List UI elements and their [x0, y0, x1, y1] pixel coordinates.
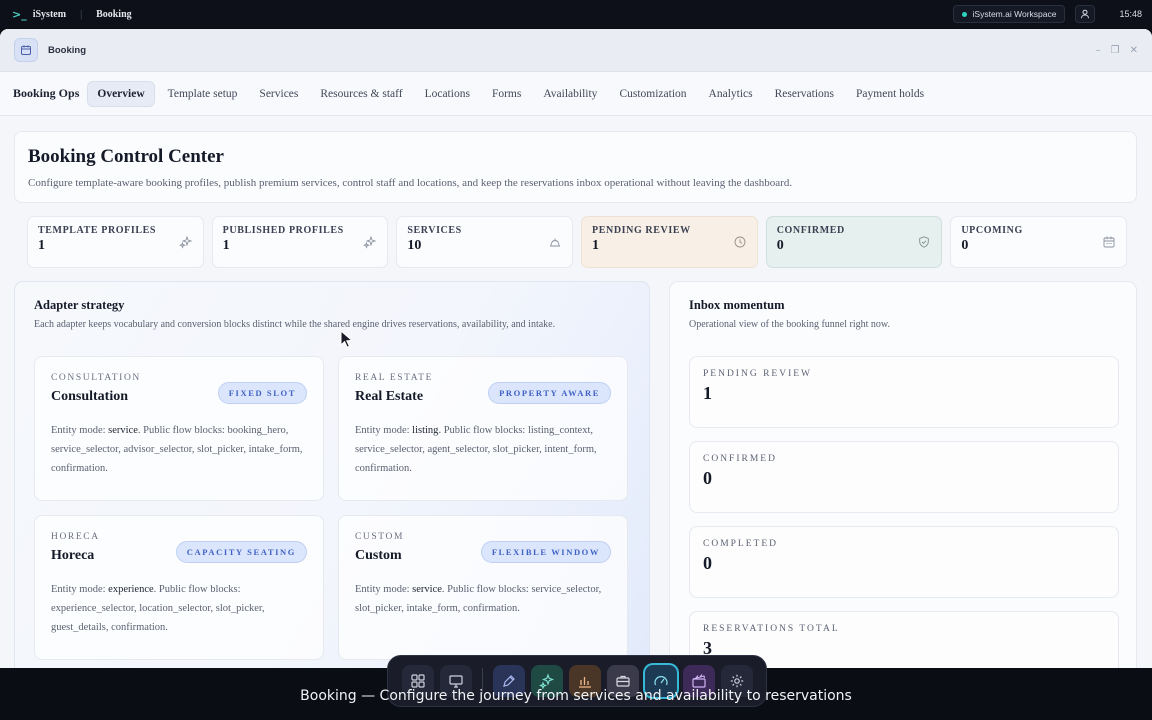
- sparkle-icon: [363, 235, 377, 249]
- tab-forms[interactable]: Forms: [483, 82, 530, 106]
- metric-label: RESERVATIONS TOTAL: [703, 624, 840, 634]
- inbox-title: Inbox momentum: [689, 298, 785, 312]
- metric-label: COMPLETED: [703, 539, 778, 549]
- system-brand[interactable]: >_ iSystem: [12, 8, 66, 21]
- adapter-badge: FIXED SLOT: [217, 382, 307, 404]
- stat-template-profiles: TEMPLATE PROFILES 1: [27, 216, 204, 268]
- close-icon[interactable]: ✕: [1130, 45, 1138, 56]
- stat-value: 1: [38, 238, 45, 253]
- adapter-badge: FLEXIBLE WINDOW: [480, 541, 611, 563]
- metric-label: CONFIRMED: [703, 454, 777, 464]
- metric-value: 3: [703, 638, 712, 658]
- stat-label: TEMPLATE PROFILES: [38, 225, 157, 236]
- metric-confirmed: CONFIRMED 0: [689, 441, 1119, 513]
- video-caption: Booking — Configure the journey from ser…: [300, 688, 852, 704]
- stat-label: PUBLISHED PROFILES: [222, 225, 344, 236]
- stat-label: PENDING REVIEW: [592, 225, 691, 236]
- tab-availability[interactable]: Availability: [534, 82, 606, 106]
- metric-value: 0: [703, 468, 712, 488]
- stat-label: SERVICES: [407, 225, 462, 236]
- adapter-entity: experience: [108, 584, 154, 595]
- shield-check-icon: [919, 236, 930, 248]
- stat-value: 1: [592, 238, 600, 253]
- calendar-app-icon: [14, 38, 38, 62]
- user-icon: [1081, 9, 1090, 19]
- inbox-subtitle: Operational view of the booking funnel r…: [689, 319, 890, 330]
- adapter-strategy-subtitle: Each adapter keeps vocabulary and conver…: [34, 319, 556, 330]
- tab-resources-staff[interactable]: Resources & staff: [311, 82, 411, 106]
- page-description: Configure template-aware booking profile…: [28, 177, 793, 189]
- inbox-momentum-panel: Inbox momentum Operational view of the b…: [669, 281, 1137, 668]
- calendar-icon: [1103, 236, 1115, 248]
- stat-upcoming: UPCOMING 0: [950, 216, 1128, 268]
- hero-card: Booking Control Center Configure templat…: [14, 131, 1137, 203]
- tab-locations[interactable]: Locations: [416, 82, 479, 106]
- stat-value: 0: [776, 238, 784, 253]
- adapter-description: Entity mode: service. Public flow blocks…: [355, 584, 602, 614]
- adapter-badge: CAPACITY SEATING: [175, 541, 307, 563]
- system-bar-divider: |: [80, 8, 83, 20]
- adapter-card-horeca[interactable]: HORECA Horeca CAPACITY SEATING Entity mo…: [34, 515, 324, 660]
- system-clock: 15:48: [1119, 9, 1142, 19]
- adapter-description: Entity mode: listing. Public flow blocks…: [355, 425, 597, 474]
- adapter-description: Entity mode: service. Public flow blocks…: [51, 425, 303, 474]
- tab-services[interactable]: Services: [250, 82, 307, 106]
- stats-row: TEMPLATE PROFILES 1 PUBLISHED PROFILES 1…: [27, 216, 1128, 268]
- booking-nav: Booking Ops Overview Template setup Serv…: [0, 72, 1152, 116]
- minimize-icon[interactable]: –: [1096, 45, 1101, 56]
- stat-published-profiles: PUBLISHED PROFILES 1: [211, 216, 389, 268]
- workspace-status-dot: [961, 11, 967, 17]
- sparkle-icon: [178, 235, 193, 249]
- tab-customization[interactable]: Customization: [610, 82, 695, 106]
- clock-icon: [734, 236, 746, 248]
- stat-label: CONFIRMED: [776, 225, 845, 236]
- adapter-strategy-title: Adapter strategy: [34, 298, 125, 312]
- stat-services: SERVICES 10: [396, 216, 574, 268]
- metric-pending-review: PENDING REVIEW 1: [689, 356, 1119, 428]
- adapter-description: Entity mode: experience. Public flow blo…: [51, 584, 265, 633]
- page-title: Booking Control Center: [28, 146, 224, 167]
- system-bar: >_ iSystem | Booking iSystem.ai Workspac…: [0, 0, 1152, 28]
- tab-overview[interactable]: Overview: [87, 80, 155, 107]
- workspace-pill[interactable]: iSystem.ai Workspace: [952, 5, 1066, 23]
- metric-value: 1: [703, 383, 712, 403]
- booking-window: Booking – ❐ ✕ Booking Ops Overview Templ…: [0, 29, 1152, 668]
- user-button[interactable]: [1075, 5, 1096, 23]
- stat-confirmed: CONFIRMED 0: [765, 216, 943, 268]
- adapter-entity: service: [108, 425, 138, 436]
- mouse-cursor-icon: [340, 330, 354, 348]
- main-content: Booking Control Center Configure templat…: [0, 117, 1152, 668]
- window-title: Booking: [48, 44, 86, 56]
- stat-pending-review: PENDING REVIEW 1: [581, 216, 758, 268]
- metric-value: 0: [703, 553, 712, 573]
- adapter-card-consultation[interactable]: CONSULTATION Consultation FIXED SLOT Ent…: [34, 356, 324, 501]
- system-brand-label: iSystem: [32, 8, 67, 20]
- metric-label: PENDING REVIEW: [703, 369, 813, 379]
- metric-completed: COMPLETED 0: [689, 526, 1119, 598]
- adapter-card-real-estate[interactable]: REAL ESTATE Real Estate PROPERTY AWARE E…: [338, 356, 628, 501]
- stat-value: 0: [961, 238, 969, 253]
- adapter-card-custom[interactable]: CUSTOM Custom FLEXIBLE WINDOW Entity mod…: [338, 515, 628, 660]
- tab-reservations[interactable]: Reservations: [766, 82, 843, 106]
- window-titlebar: Booking – ❐ ✕: [0, 29, 1152, 72]
- system-app-name: Booking: [96, 8, 132, 20]
- stat-value: 10: [407, 238, 422, 253]
- tab-template-setup[interactable]: Template setup: [159, 82, 247, 106]
- tab-payment-holds[interactable]: Payment holds: [847, 82, 933, 106]
- restore-icon[interactable]: ❐: [1111, 45, 1120, 56]
- adapter-entity: listing: [412, 425, 439, 436]
- adapter-strategy-panel: Adapter strategy Each adapter keeps voca…: [14, 281, 650, 668]
- adapter-badge: PROPERTY AWARE: [488, 382, 611, 404]
- workspace-label: iSystem.ai Workspace: [972, 9, 1057, 19]
- tab-analytics[interactable]: Analytics: [700, 82, 762, 106]
- nav-brand: Booking Ops: [13, 86, 80, 100]
- terminal-chevron-icon: >_: [12, 7, 27, 21]
- bell-icon: [550, 238, 561, 247]
- adapter-entity: service: [412, 584, 442, 595]
- stat-label: UPCOMING: [961, 225, 1023, 236]
- stat-value: 1: [222, 238, 230, 253]
